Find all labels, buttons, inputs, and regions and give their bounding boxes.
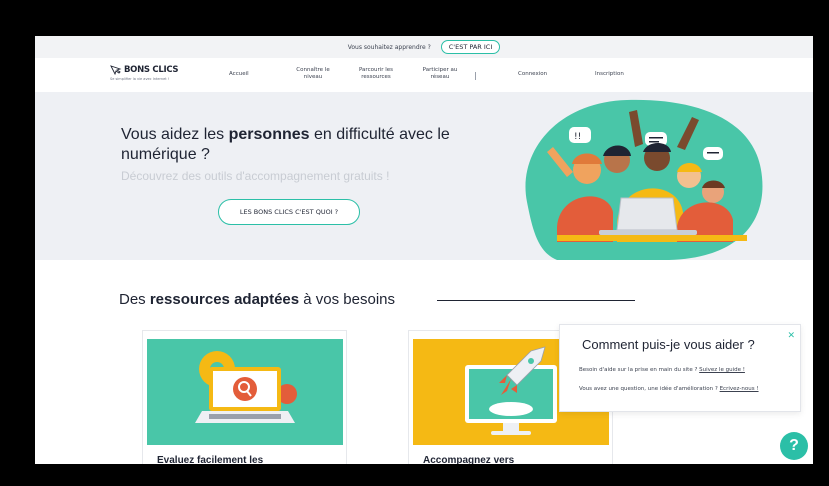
help-guide-line: Besoin d'aide sur la prise en main du si…	[579, 367, 745, 373]
people-computer-illustration: !!	[525, 99, 763, 260]
hero-title: Vous aidez les personnes en difficulté a…	[121, 126, 450, 163]
hero-section: Vous aidez les personnes en difficulté a…	[35, 92, 813, 260]
help-title: Comment puis-je vous aider ?	[582, 337, 755, 352]
help-popup: Comment puis-je vous aider ? ✕ Besoin d'…	[559, 324, 801, 412]
close-icon[interactable]: ✕	[787, 331, 795, 341]
help-button[interactable]: ?	[780, 432, 808, 460]
announcement-bar: Vous souhaitez apprendre ? C'EST PAR ICI	[35, 36, 813, 58]
nav-item-ressources[interactable]: Parcourir les ressources	[351, 67, 401, 82]
help-contact-line: Vous avez une question, une idée d'améli…	[579, 386, 759, 392]
announcement-text: Vous souhaitez apprendre ?	[347, 43, 431, 51]
nav-item-accueil[interactable]: Accueil	[229, 71, 249, 78]
page: Vous souhaitez apprendre ? C'EST PAR ICI…	[35, 36, 813, 464]
nav-item-reseau[interactable]: Participer au réseau	[417, 67, 463, 82]
svg-text:!!: !!	[574, 132, 581, 142]
guide-link[interactable]: Suivez le guide !	[699, 367, 745, 373]
logo-tagline: Se simplifier la vie avec Internet !	[110, 77, 170, 81]
logo[interactable]: BONS CLICS Se simplifier la vie avec Int…	[110, 65, 179, 81]
resource-card-evaluate[interactable]: Evaluez facilement les	[142, 330, 347, 464]
nav-item-connexion[interactable]: Connexion	[518, 71, 547, 78]
section-title: Des ressources adaptées à vos besoins	[119, 291, 395, 308]
learn-cta-button[interactable]: C'EST PAR ICI	[440, 40, 501, 54]
nav-item-niveau[interactable]: Connaître le niveau	[287, 67, 339, 82]
hero-subtitle: Découvrez des outils d'accompagnement gr…	[121, 169, 390, 183]
nav-item-inscription[interactable]: Inscription	[595, 71, 624, 78]
laptop-search-illustration	[147, 339, 343, 445]
contact-link[interactable]: Ecrivez-nous !	[720, 386, 759, 392]
about-button[interactable]: LES BONS CLICS C'EST QUOI ?	[218, 199, 360, 225]
main-nav: BONS CLICS Se simplifier la vie avec Int…	[35, 58, 813, 92]
cursor-logo-icon	[110, 65, 122, 75]
card-caption: Evaluez facilement les	[157, 455, 264, 464]
card-caption: Accompagnez vers	[423, 455, 515, 464]
nav-divider	[475, 72, 476, 80]
section-divider	[437, 300, 635, 301]
logo-text: BONS CLICS	[124, 65, 179, 75]
